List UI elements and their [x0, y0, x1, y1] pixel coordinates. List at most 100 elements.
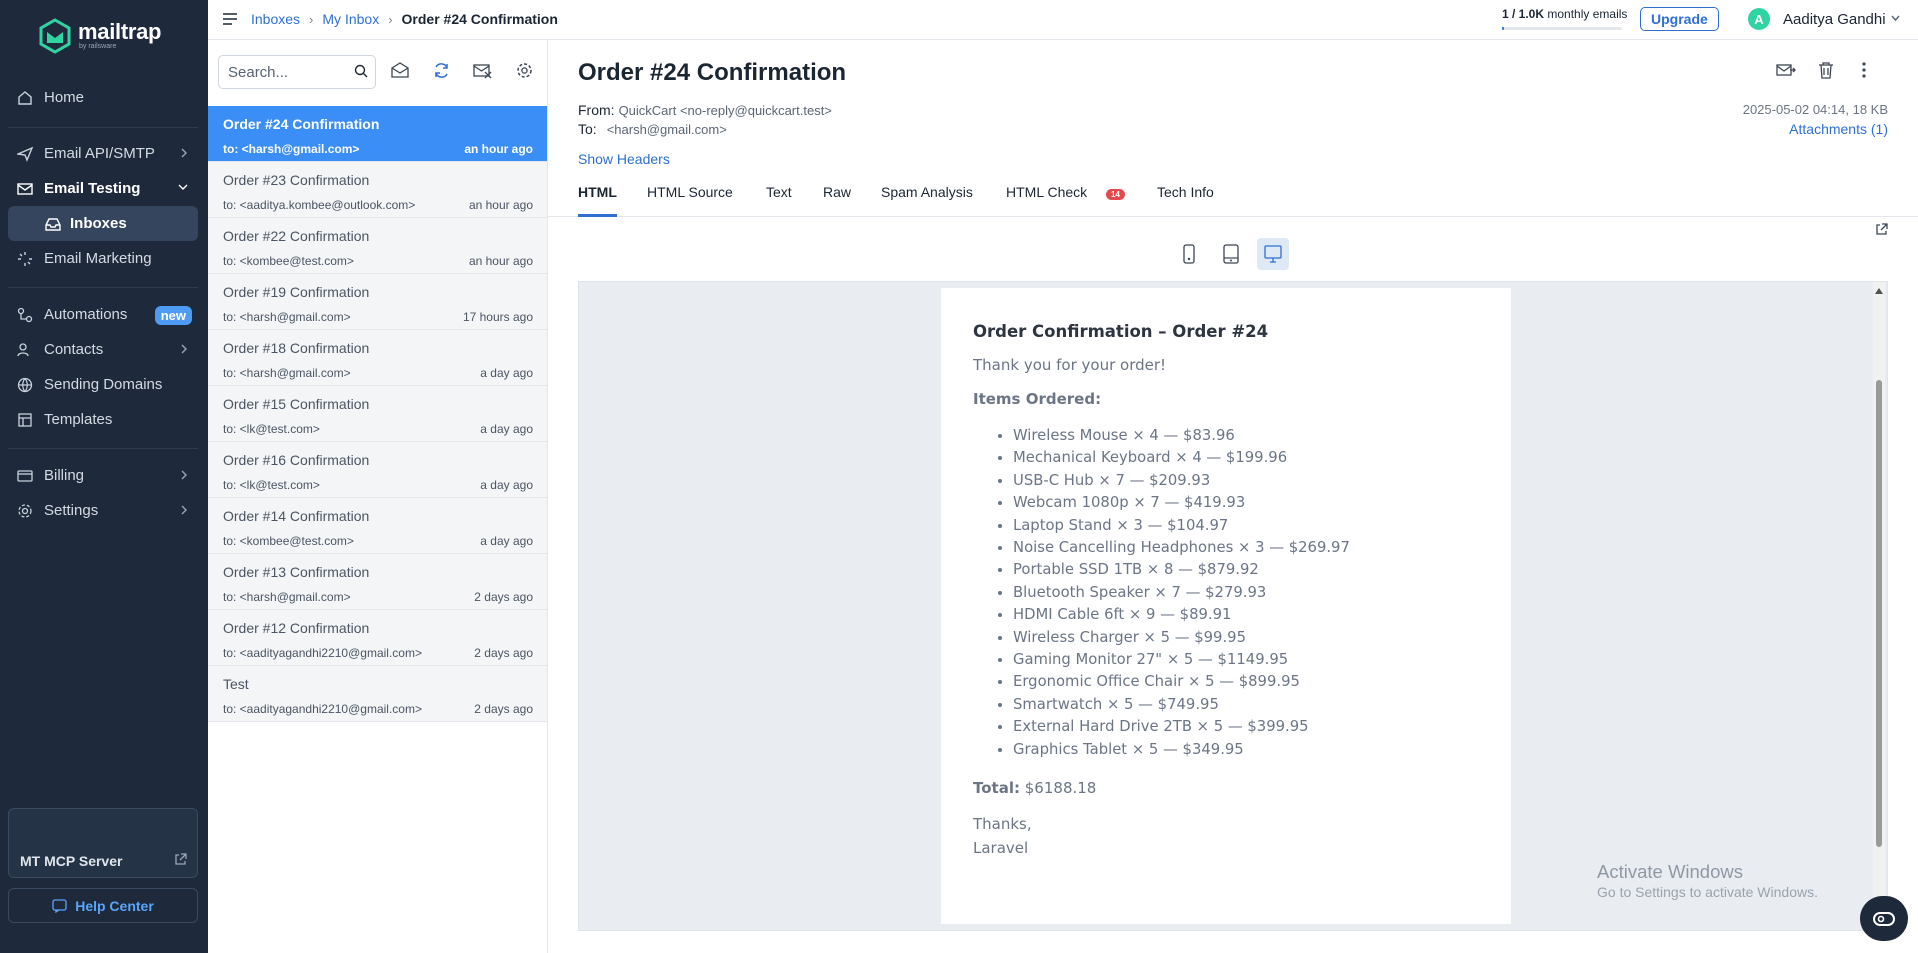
windows-activation-title: Activate Windows — [1597, 861, 1743, 882]
list-item[interactable]: Order #19 Confirmation to: <harsh@gmail.c… — [208, 274, 547, 330]
list-item[interactable]: Order #16 Confirmation to: <lk@test.com> a… — [208, 442, 547, 498]
message-time: an hour ago — [464, 142, 533, 156]
signature-line: Thanks, — [973, 815, 1032, 834]
external-link-icon[interactable] — [174, 853, 187, 866]
contacts-icon — [16, 341, 34, 359]
tab-text[interactable]: Text — [766, 184, 792, 217]
tab-html-check[interactable]: HTML Check — [1006, 184, 1087, 217]
desktop-view-button[interactable] — [1257, 238, 1289, 270]
order-item: Gaming Monitor 27" × 5 — $1149.95 — [1013, 649, 1479, 671]
scrollbar-thumb[interactable] — [1876, 380, 1882, 847]
order-item: Ergonomic Office Chair × 5 — $899.95 — [1013, 671, 1479, 693]
more-options-icon[interactable] — [1862, 62, 1866, 78]
message-title: Order #24 Confirmation — [578, 59, 847, 86]
list-item[interactable]: Order #18 Confirmation to: <harsh@gmail.c… — [208, 330, 547, 386]
sidebar-item-inboxes[interactable]: Inboxes — [8, 206, 198, 241]
list-item[interactable]: Order #22 Confirmation to: <kombee@test.c… — [208, 218, 547, 274]
sidebar-item-home[interactable]: Home — [8, 80, 198, 115]
upgrade-button[interactable]: Upgrade — [1640, 7, 1719, 31]
order-item: Webcam 1080p × 7 — $419.93 — [1013, 492, 1479, 514]
attachments-link[interactable]: Attachments (1) — [1789, 121, 1888, 137]
automation-icon — [16, 306, 34, 324]
card-icon — [16, 467, 34, 485]
chevron-right-icon — [181, 344, 187, 354]
order-item: Graphics Tablet × 5 — $349.95 — [1013, 739, 1479, 761]
message-recipient: to: <harsh@gmail.com> — [223, 310, 351, 324]
list-item[interactable]: Order #15 Confirmation to: <lk@test.com> a… — [208, 386, 547, 442]
order-item: Wireless Mouse × 4 — $83.96 — [1013, 425, 1479, 447]
sidebar-item-sending-domains[interactable]: Sending Domains — [8, 367, 198, 402]
forward-icon[interactable] — [1776, 62, 1796, 78]
order-item: Bluetooth Speaker × 7 — $279.93 — [1013, 582, 1479, 604]
tablet-view-button[interactable] — [1215, 238, 1247, 270]
message-time: 2 days ago — [474, 702, 533, 716]
message-subject: Order #24 Confirmation — [223, 116, 380, 132]
sidebar-item-label: Contacts — [44, 341, 104, 358]
list-item[interactable]: Order #12 Confirmation to: <aadityagandhi… — [208, 610, 547, 666]
mobile-view-button[interactable] — [1173, 238, 1205, 270]
top-bar: Inboxes › My Inbox › Order #24 Confirmat… — [208, 0, 1918, 40]
globe-icon — [16, 376, 34, 394]
search-icon[interactable] — [354, 64, 368, 78]
message-recipient: to: <harsh@gmail.com> — [223, 142, 360, 156]
tab-tech-info[interactable]: Tech Info — [1157, 184, 1214, 217]
sidebar-item-email-marketing[interactable]: Email Marketing — [8, 241, 198, 276]
html-check-badge: 14 — [1106, 189, 1125, 200]
message-recipient: to: <aadityagandhi2210@gmail.com> — [223, 646, 422, 660]
sidebar-item-settings[interactable]: Settings — [8, 493, 198, 528]
tab-html-check-label: HTML Check — [1006, 184, 1088, 200]
preview-scrollbar[interactable] — [1873, 282, 1885, 930]
message-subject: Order #23 Confirmation — [223, 172, 370, 188]
settings-gear-icon[interactable] — [516, 62, 533, 79]
message-view: Order #24 Confirmation From: QuickCart <n… — [548, 40, 1918, 953]
list-item[interactable]: Order #24 Confirmation to: <harsh@gmail.c… — [208, 106, 547, 162]
hamburger-menu-icon[interactable] — [222, 12, 238, 26]
sidebar-item-templates[interactable]: Templates — [8, 402, 198, 437]
scroll-up-arrow-icon[interactable] — [1875, 288, 1883, 294]
message-recipient: to: <lk@test.com> — [223, 478, 320, 492]
mailtrap-logo[interactable]: mailtrap by railsware — [38, 18, 161, 54]
sidebar-item-label: Automations — [44, 306, 128, 323]
sidebar-item-email-api[interactable]: Email API/SMTP — [8, 136, 198, 171]
sidebar-item-automations[interactable]: Automations new — [8, 297, 198, 332]
mcp-server-card[interactable]: MT MCP Server — [8, 808, 198, 878]
email-testing-icon — [16, 180, 34, 198]
refresh-icon[interactable] — [433, 62, 450, 79]
list-item[interactable]: Order #14 Confirmation to: <kombee@test.c… — [208, 498, 547, 554]
from-line: From: QuickCart <no-reply@quickcart.test> — [578, 102, 832, 118]
chevron-down-icon[interactable] — [1891, 15, 1900, 22]
message-subject: Order #19 Confirmation — [223, 284, 370, 300]
breadcrumb-my-inbox[interactable]: My Inbox — [322, 11, 379, 27]
message-time: an hour ago — [468, 254, 533, 268]
message-subject: Order #14 Confirmation — [223, 508, 370, 524]
quota-progress-bar — [1502, 27, 1622, 30]
sidebar-item-contacts[interactable]: Contacts — [8, 332, 198, 367]
sidebar-item-label: Billing — [44, 467, 85, 484]
list-item[interactable]: Order #13 Confirmation to: <harsh@gmail.c… — [208, 554, 547, 610]
message-subject: Test — [223, 676, 249, 692]
user-name[interactable]: Aaditya Gandhi — [1783, 11, 1886, 28]
avatar[interactable]: A — [1748, 8, 1770, 30]
tab-html-source[interactable]: HTML Source — [647, 184, 733, 217]
search-input[interactable]: Search... — [218, 55, 376, 89]
message-recipient: to: <harsh@gmail.com> — [223, 590, 351, 604]
order-item: Wireless Charger × 5 — $99.95 — [1013, 627, 1479, 649]
tab-spam-analysis[interactable]: Spam Analysis — [881, 184, 973, 217]
sidebar-item-label: Templates — [44, 411, 113, 428]
sidebar-item-billing[interactable]: Billing — [8, 458, 198, 493]
breadcrumb-inboxes[interactable]: Inboxes — [251, 11, 300, 27]
help-center-button[interactable]: Help Center — [8, 888, 198, 923]
clear-inbox-icon[interactable] — [473, 62, 492, 79]
trash-icon[interactable] — [1818, 62, 1834, 79]
quota-progress-fill — [1502, 27, 1505, 30]
open-new-window-icon[interactable] — [1875, 223, 1888, 236]
chat-widget-button[interactable] — [1860, 896, 1908, 941]
tab-raw[interactable]: Raw — [823, 184, 851, 217]
chevron-right-icon — [181, 505, 187, 515]
tab-html[interactable]: HTML — [578, 184, 617, 217]
sidebar-item-email-testing[interactable]: Email Testing — [8, 171, 198, 206]
list-item[interactable]: Test to: <aadityagandhi2210@gmail.com> 2 d… — [208, 666, 547, 722]
show-headers-link[interactable]: Show Headers — [578, 151, 670, 167]
mark-read-icon[interactable] — [391, 62, 409, 78]
list-item[interactable]: Order #23 Confirmation to: <aaditya.kombe… — [208, 162, 547, 218]
